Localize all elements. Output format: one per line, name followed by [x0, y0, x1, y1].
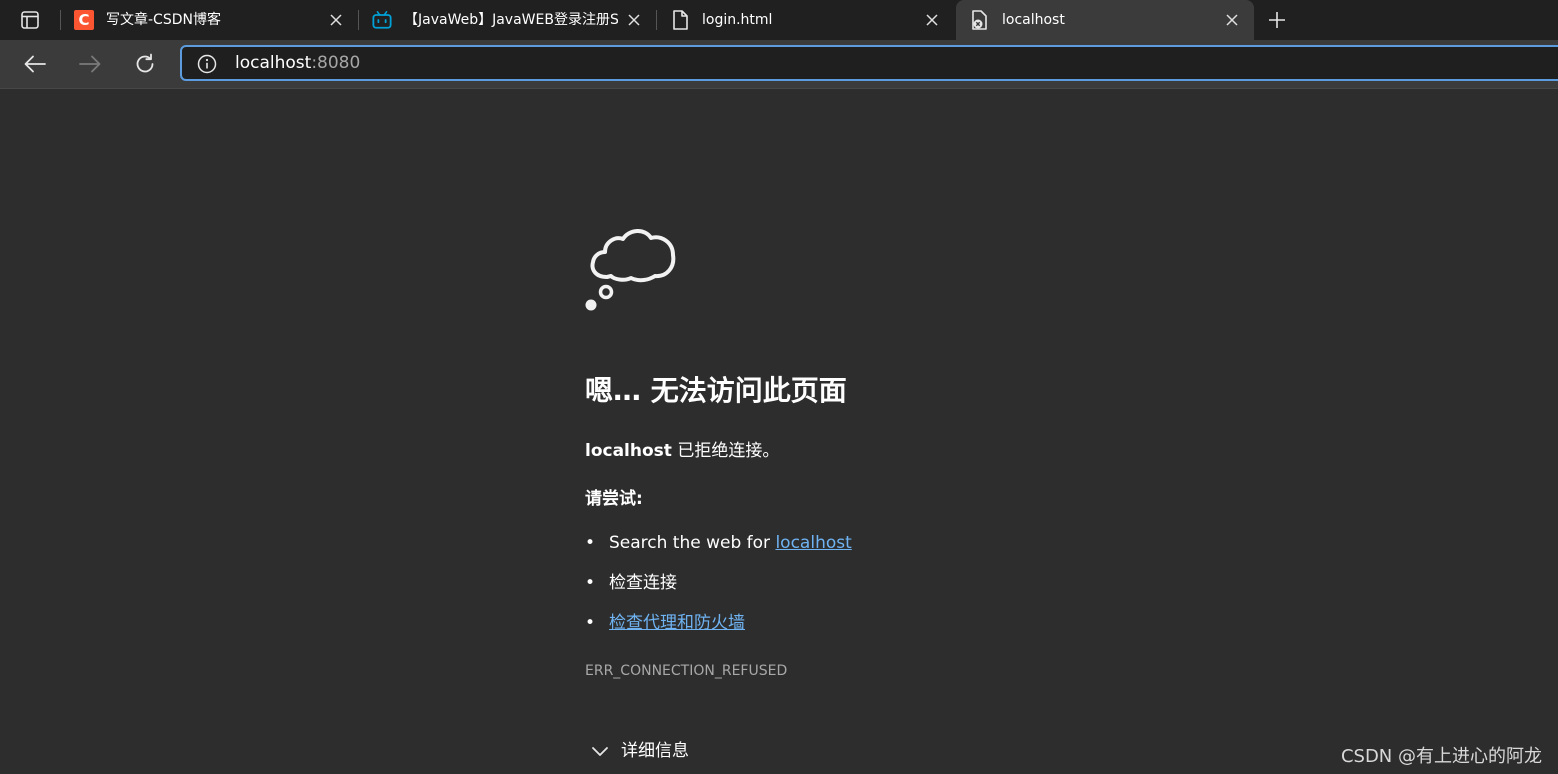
url-host: localhost	[235, 53, 312, 73]
refused-message: localhost 已拒绝连接。	[585, 439, 779, 463]
error-page-icon	[970, 10, 990, 30]
tab-title: 写文章-CSDN博客	[106, 12, 221, 28]
watermark: CSDN @有上进心的阿龙	[1340, 746, 1542, 767]
bilibili-tv-icon	[372, 10, 392, 30]
bullet: •	[585, 613, 596, 633]
tab-title: localhost	[1002, 12, 1065, 28]
bullet: •	[585, 573, 596, 593]
try-label: 请尝试:	[585, 489, 643, 509]
tab-title: 【JavaWeb】JavaWEB登录注册S	[404, 12, 618, 28]
close-icon	[628, 14, 640, 26]
bullet: •	[585, 533, 596, 553]
document-icon	[670, 10, 690, 30]
close-icon	[330, 14, 342, 26]
new-tab-button[interactable]	[1263, 6, 1291, 34]
plus-icon	[1269, 12, 1285, 28]
close-icon	[1226, 14, 1238, 26]
tab-localhost[interactable]: localhost	[956, 0, 1254, 40]
check-proxy-firewall-link[interactable]: 检查代理和防火墙	[609, 613, 745, 633]
refused-text: 已拒绝连接。	[671, 441, 780, 461]
tab-close-button[interactable]	[328, 12, 344, 28]
suggestion-text: Search the web for	[609, 533, 776, 553]
arrow-right-icon	[79, 55, 101, 73]
tab-actions-icon	[21, 11, 39, 29]
arrow-left-icon	[24, 55, 46, 73]
tab-title: login.html	[702, 12, 773, 28]
url-port: :8080	[311, 53, 361, 73]
back-button[interactable]	[20, 50, 50, 78]
suggestion-check-connection: • 检查连接	[585, 571, 677, 595]
error-code: ERR_CONNECTION_REFUSED	[585, 663, 788, 679]
thought-cloud-icon	[585, 229, 676, 311]
tab-strip: C 写文章-CSDN博客 【JavaWeb】JavaWEB登录注册S login…	[0, 0, 1558, 40]
chevron-down-icon	[592, 747, 608, 756]
details-label: 详细信息	[621, 741, 689, 761]
csdn-logo-letter: C	[74, 10, 94, 30]
tab-javaweb[interactable]: 【JavaWeb】JavaWEB登录注册S	[358, 0, 656, 40]
tab-close-button[interactable]	[1224, 12, 1240, 28]
suggestion-proxy-firewall: • 检查代理和防火墙	[585, 611, 745, 635]
search-localhost-link[interactable]: localhost	[775, 533, 851, 553]
suggestion-text: 检查连接	[609, 573, 677, 593]
refused-host: localhost	[585, 441, 672, 461]
suggestion-search: • Search the web for localhost	[585, 531, 852, 555]
info-icon[interactable]	[197, 54, 217, 74]
refresh-icon	[136, 53, 154, 73]
close-icon	[926, 14, 938, 26]
tab-close-button[interactable]	[924, 12, 940, 28]
tab-login-html[interactable]: login.html	[656, 0, 954, 40]
forward-button[interactable]	[75, 50, 105, 78]
error-heading: 嗯… 无法访问此页面	[585, 374, 847, 407]
url-text[interactable]: localhost:8080	[235, 47, 360, 79]
tab-csdn[interactable]: C 写文章-CSDN博客	[60, 0, 358, 40]
details-toggle[interactable]: 详细信息	[591, 739, 689, 763]
csdn-logo-icon: C	[74, 10, 94, 30]
tab-actions-button[interactable]	[10, 6, 50, 34]
reload-button[interactable]	[130, 50, 160, 78]
address-bar[interactable]: localhost:8080	[180, 45, 1558, 81]
tab-close-button[interactable]	[626, 12, 642, 28]
toolbar: localhost:8080	[0, 40, 1558, 89]
